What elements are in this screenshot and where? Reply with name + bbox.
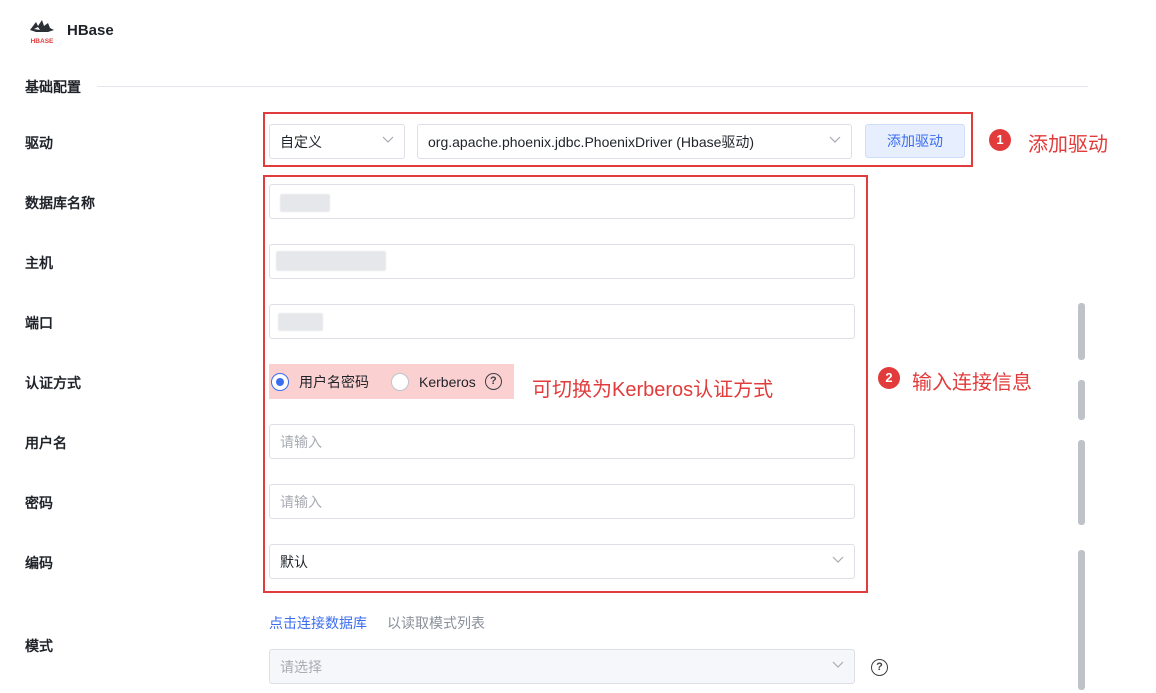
- app-title: HBase: [67, 22, 114, 39]
- auth-label: 认证方式: [25, 375, 81, 391]
- scrollbar-thumb[interactable]: [1078, 303, 1085, 360]
- port-label: 端口: [25, 315, 53, 331]
- schema-placeholder: 请选择: [280, 658, 322, 675]
- encoding-label: 编码: [25, 555, 53, 571]
- chevron-down-icon: [832, 661, 844, 671]
- svg-text:HBASE: HBASE: [31, 38, 54, 45]
- annotation-text-2: 输入连接信息: [912, 372, 1032, 394]
- schema-label: 模式: [25, 638, 53, 654]
- scrollbar-thumb[interactable]: [1078, 440, 1085, 525]
- password-label: 密码: [25, 495, 53, 511]
- annotation-number-2: 2: [878, 367, 900, 389]
- annotation-box-driver: [263, 112, 973, 167]
- schema-select[interactable]: 请选择: [269, 649, 855, 684]
- scrollbar-thumb[interactable]: [1078, 550, 1085, 690]
- section-divider: [97, 86, 1088, 87]
- annotation-number-1: 1: [989, 129, 1011, 151]
- hbase-logo-icon: HBASE: [26, 14, 58, 46]
- host-label: 主机: [25, 255, 53, 271]
- help-icon[interactable]: ?: [871, 659, 888, 676]
- section-title: 基础配置: [25, 79, 81, 95]
- connect-database-link[interactable]: 点击连接数据库: [269, 613, 367, 633]
- scrollbar-thumb[interactable]: [1078, 380, 1085, 420]
- driver-label: 驱动: [25, 135, 53, 151]
- annotation-text-1: 添加驱动: [1028, 134, 1108, 156]
- kerberos-note: 可切换为Kerberos认证方式: [532, 379, 774, 401]
- username-label: 用户名: [25, 435, 67, 451]
- schema-hint: 以读取模式列表: [387, 615, 485, 631]
- database-name-label: 数据库名称: [25, 195, 95, 211]
